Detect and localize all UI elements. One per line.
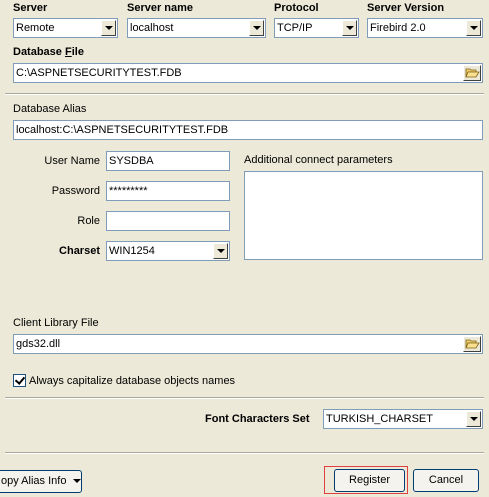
user-name-label: User Name: [44, 155, 100, 167]
server-name-select[interactable]: localhost: [127, 18, 266, 38]
protocol-select[interactable]: TCP/IP: [274, 18, 359, 38]
chevron-down-icon[interactable]: [342, 20, 357, 36]
server-label: Server: [13, 2, 48, 14]
font-charset-value: TURKISH_CHARSET: [326, 413, 433, 425]
database-alias-label: Database Alias: [13, 103, 87, 115]
client-library-label: Client Library File: [13, 317, 99, 329]
triangle-down-icon: [72, 479, 81, 484]
capitalize-label[interactable]: Always capitalize database objects names: [29, 375, 235, 388]
protocol-label: Protocol: [274, 2, 319, 14]
database-alias-input[interactable]: localhost:C:\ASPNETSECURITYTEST.FDB: [13, 120, 483, 140]
database-file-label: Database File: [13, 46, 84, 58]
chevron-down-icon[interactable]: [466, 20, 481, 36]
separator: [5, 397, 484, 399]
protocol-value: TCP/IP: [277, 22, 313, 34]
client-library-value: gds32.dll: [16, 338, 61, 350]
folder-open-icon[interactable]: [463, 336, 481, 352]
chevron-down-icon[interactable]: [101, 20, 116, 36]
server-select[interactable]: Remote: [13, 18, 118, 38]
separator: [5, 452, 484, 454]
password-input[interactable]: *********: [106, 181, 230, 201]
chevron-down-icon[interactable]: [249, 20, 264, 36]
font-charset-select[interactable]: TURKISH_CHARSET: [323, 409, 483, 429]
chevron-down-icon[interactable]: [466, 411, 481, 427]
charset-value: WIN1254: [109, 245, 155, 257]
password-label: Password: [51, 185, 100, 197]
charset-select[interactable]: WIN1254: [106, 241, 230, 261]
charset-label: Charset: [59, 245, 100, 257]
server-value: Remote: [16, 22, 55, 34]
additional-params-textarea[interactable]: [244, 171, 483, 260]
copy-alias-info-button[interactable]: opy Alias Info: [0, 470, 82, 493]
server-version-label: Server Version: [367, 2, 445, 14]
additional-params-label: Additional connect parameters: [244, 154, 393, 166]
server-version-select[interactable]: Firebird 2.0: [367, 18, 483, 38]
database-file-value: C:\ASPNETSECURITYTEST.FDB: [16, 67, 182, 79]
font-charset-label: Font Characters Set: [205, 413, 310, 425]
cancel-button[interactable]: Cancel: [413, 469, 479, 492]
server-name-label: Server name: [127, 2, 194, 14]
server-version-value: Firebird 2.0: [370, 22, 426, 34]
role-label: Role: [77, 215, 100, 227]
separator: [5, 93, 484, 95]
client-library-input[interactable]: gds32.dll: [13, 334, 483, 354]
capitalize-checkbox[interactable]: [13, 374, 26, 387]
database-alias-value: localhost:C:\ASPNETSECURITYTEST.FDB: [16, 124, 229, 136]
database-file-input[interactable]: C:\ASPNETSECURITYTEST.FDB: [13, 63, 483, 83]
chevron-down-icon[interactable]: [213, 243, 228, 259]
server-name-value: localhost: [130, 22, 174, 34]
password-value: *********: [109, 185, 148, 197]
user-name-value: SYSDBA: [109, 155, 154, 167]
role-input[interactable]: [106, 211, 230, 231]
user-name-input[interactable]: SYSDBA: [106, 151, 230, 171]
folder-open-icon[interactable]: [463, 65, 481, 81]
register-button[interactable]: Register: [334, 469, 405, 492]
